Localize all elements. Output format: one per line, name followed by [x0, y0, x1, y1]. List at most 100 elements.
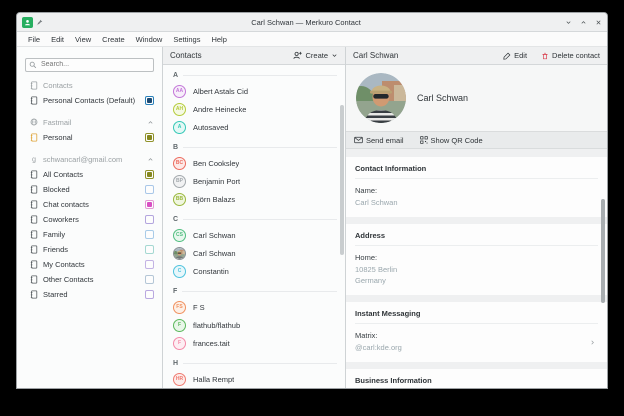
address-book-icon	[29, 200, 38, 209]
contact-initials-avatar: A	[173, 121, 186, 134]
contact-row[interactable]: Ffrances.tait	[173, 334, 337, 352]
create-button[interactable]: Create	[293, 51, 338, 60]
group-header: A	[173, 69, 337, 82]
collection-checkbox[interactable]	[145, 260, 154, 269]
person-add-icon	[293, 51, 302, 60]
menu-help[interactable]: Help	[206, 34, 231, 45]
address-book-icon	[29, 230, 38, 239]
window-title: Carl Schwan — Merkuro Contact	[47, 18, 565, 27]
contact-name: Carl Schwan	[417, 93, 468, 103]
section-title: Contact Information	[355, 164, 598, 179]
trash-icon	[541, 52, 549, 60]
address-book-icon	[29, 96, 38, 105]
sidebar-item-other-contacts[interactable]: Other Contacts	[17, 272, 162, 287]
contact-row[interactable]: AHAndre Heinecke	[173, 100, 337, 118]
contact-initials-avatar: F	[173, 337, 186, 350]
maximize-button[interactable]	[580, 19, 587, 26]
sidebar-item-contacts[interactable]: Contacts	[17, 78, 162, 93]
menu-create[interactable]: Create	[97, 34, 130, 45]
search-input[interactable]	[25, 58, 154, 72]
collection-checkbox[interactable]	[145, 290, 154, 299]
sidebar-item-label: Other Contacts	[43, 275, 145, 284]
collection-checkbox[interactable]	[145, 200, 154, 209]
edit-button[interactable]: Edit	[503, 51, 527, 60]
globe-icon	[29, 118, 38, 126]
contact-hero: Carl Schwan	[346, 65, 607, 131]
detail-field[interactable]: Matrix:@carl:kde.org	[355, 331, 598, 354]
svg-text:g: g	[32, 155, 36, 163]
contact-detail-panel: Carl Schwan Edit Delete contact Carl Sch…	[346, 47, 607, 388]
contact-row[interactable]: FSF S	[173, 298, 337, 316]
menu-window[interactable]: Window	[131, 34, 168, 45]
title-bar[interactable]: Carl Schwan — Merkuro Contact	[17, 13, 607, 32]
delete-contact-button[interactable]: Delete contact	[541, 51, 600, 60]
chevron-up-icon[interactable]	[147, 119, 154, 126]
collection-checkbox[interactable]	[145, 275, 154, 284]
address-book-icon	[29, 260, 38, 269]
sidebar-item-label: Chat contacts	[43, 200, 145, 209]
menu-view[interactable]: View	[70, 34, 96, 45]
sidebar-item-personal[interactable]: Personal	[17, 130, 162, 145]
contact-initials-avatar: F	[173, 319, 186, 332]
chevron-right-icon[interactable]	[589, 339, 598, 346]
sidebar-item-coworkers[interactable]: Coworkers	[17, 212, 162, 227]
group-divider	[183, 363, 337, 364]
contact-row[interactable]: AAutosaved	[173, 118, 337, 136]
sidebar-item-blocked[interactable]: Blocked	[17, 182, 162, 197]
minimize-button[interactable]	[565, 19, 572, 26]
group-header: B	[173, 141, 337, 154]
menu-settings[interactable]: Settings	[168, 34, 205, 45]
detail-field: Home:10825 BerlinGermany	[355, 253, 598, 287]
contact-row[interactable]: AAAlbert Astals Cid	[173, 82, 337, 100]
contact-row[interactable]: HRHalla Rempt	[173, 370, 337, 388]
collection-checkbox[interactable]	[145, 170, 154, 179]
pencil-icon	[503, 52, 511, 60]
collection-checkbox[interactable]	[145, 133, 154, 142]
sidebar-item-my-contacts[interactable]: My Contacts	[17, 257, 162, 272]
contact-group-h: HHRHalla RemptHFhubert figuière	[173, 357, 337, 388]
contacts-panel-header: Contacts Create	[163, 47, 345, 65]
send-email-button[interactable]: Send email	[354, 136, 404, 145]
section-title: Instant Messaging	[355, 309, 598, 324]
collection-checkbox[interactable]	[145, 245, 154, 254]
contact-initials-avatar: C	[173, 265, 186, 278]
collection-checkbox[interactable]	[145, 215, 154, 224]
show-qr-code-button[interactable]: Show QR Code	[420, 136, 483, 145]
collections-sidebar: Contacts Personal Contacts (Default) Fastm…	[17, 47, 163, 388]
menu-bar: FileEditViewCreateWindowSettingsHelp	[17, 32, 607, 47]
contact-row[interactable]: BCBen Cooksley	[173, 154, 337, 172]
contact-row[interactable]: CConstantin	[173, 262, 337, 280]
collection-checkbox[interactable]	[145, 230, 154, 239]
sidebar-item-starred[interactable]: Starred	[17, 287, 162, 302]
contact-row[interactable]: Carl Schwan	[173, 244, 337, 262]
account-header-schwancarl-gmail-com[interactable]: gschwancarl@gmail.com	[17, 152, 162, 167]
sidebar-item-all-contacts[interactable]: All Contacts	[17, 167, 162, 182]
contact-list-scrollbar[interactable]	[340, 105, 344, 255]
account-header-fastmail[interactable]: Fastmail	[17, 115, 162, 130]
contact-row[interactable]: BPBenjamin Port	[173, 172, 337, 190]
menu-edit[interactable]: Edit	[46, 34, 69, 45]
sidebar-item-friends[interactable]: Friends	[17, 242, 162, 257]
collection-checkbox[interactable]	[145, 96, 154, 105]
contact-row[interactable]: CSCarl Schwan	[173, 226, 337, 244]
sidebar-item-family[interactable]: Family	[17, 227, 162, 242]
collection-checkbox[interactable]	[145, 185, 154, 194]
address-book-icon	[29, 275, 38, 284]
address-book-icon	[29, 81, 38, 90]
contact-photo-avatar	[173, 247, 186, 260]
sidebar-item-label: My Contacts	[43, 260, 145, 269]
address-book-icon	[29, 133, 38, 142]
detail-scroll-area: Contact InformationName:Carl SchwanAddre…	[346, 149, 607, 388]
sidebar-item-chat-contacts[interactable]: Chat contacts	[17, 197, 162, 212]
chevron-up-icon[interactable]	[147, 156, 154, 163]
sidebar-item-personal-contacts-default[interactable]: Personal Contacts (Default)	[17, 93, 162, 108]
contact-row[interactable]: BBBjörn Balazs	[173, 190, 337, 208]
contact-row[interactable]: Fflathub/flathub	[173, 316, 337, 334]
contact-initials-avatar: CS	[173, 229, 186, 242]
sidebar-item-label: Contacts	[43, 81, 154, 90]
close-button[interactable]	[595, 19, 602, 26]
sidebar-item-label: All Contacts	[43, 170, 145, 179]
delete-button-label: Delete contact	[552, 51, 600, 60]
detail-scrollbar[interactable]	[601, 199, 605, 303]
menu-file[interactable]: File	[23, 34, 45, 45]
